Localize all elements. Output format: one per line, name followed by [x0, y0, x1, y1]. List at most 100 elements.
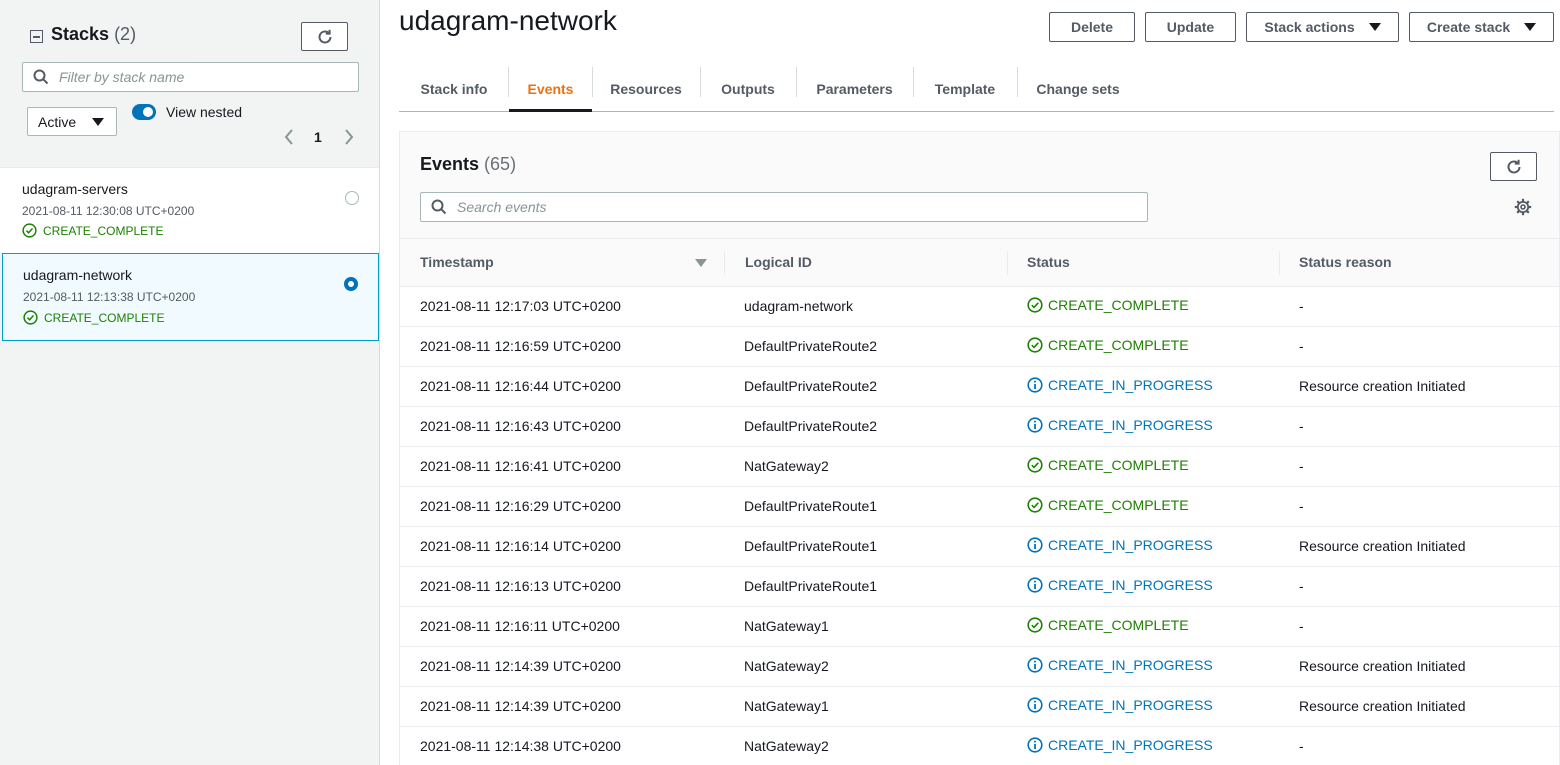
stacks-panel: Stacks (2) Active View nested 1 udagram-… [0, 0, 380, 765]
event-status-text: CREATE_IN_PROGRESS [1048, 417, 1213, 433]
status-filter-select[interactable]: Active [27, 107, 117, 136]
tab-stack-info[interactable]: Stack info [399, 67, 509, 111]
info-circle-icon [1027, 697, 1043, 713]
events-table-header: Timestamp Logical ID Status Status reaso… [400, 239, 1559, 287]
tab-resources[interactable]: Resources [592, 67, 700, 111]
event-timestamp: 2021-08-11 12:16:41 UTC+0200 [420, 458, 621, 474]
event-timestamp: 2021-08-11 12:14:39 UTC+0200 [420, 658, 621, 674]
event-status-text: CREATE_COMPLETE [1048, 497, 1189, 513]
refresh-icon [318, 29, 331, 43]
events-search-input[interactable] [457, 199, 1075, 215]
tab-change-sets[interactable]: Change sets [1017, 67, 1139, 111]
event-row: 2021-08-11 12:14:39 UTC+0200 NatGateway1 C… [400, 687, 1559, 727]
update-button[interactable]: Update [1145, 12, 1236, 42]
stack-actions-label: Stack actions [1264, 19, 1355, 35]
info-circle-icon [1027, 537, 1043, 553]
event-status-reason: - [1299, 618, 1304, 634]
event-logical-id: NatGateway1 [744, 698, 829, 714]
stack-status-text: CREATE_COMPLETE [44, 310, 165, 325]
event-status-text: CREATE_COMPLETE [1048, 297, 1189, 313]
column-divider[interactable] [1007, 251, 1008, 275]
column-header-status[interactable]: Status [1027, 254, 1070, 270]
event-timestamp: 2021-08-11 12:14:39 UTC+0200 [420, 698, 621, 714]
events-heading: Events (65) [420, 154, 516, 175]
delete-button[interactable]: Delete [1049, 12, 1135, 42]
event-logical-id: DefaultPrivateRoute2 [744, 418, 878, 434]
tab-outputs[interactable]: Outputs [700, 67, 796, 111]
event-timestamp: 2021-08-11 12:16:11 UTC+0200 [420, 618, 620, 634]
event-timestamp: 2021-08-11 12:17:03 UTC+0200 [420, 298, 621, 314]
search-icon [431, 199, 447, 215]
stack-radio-selected[interactable] [344, 277, 358, 291]
stack-date: 2021-08-11 12:13:38 UTC+0200 [23, 290, 196, 304]
event-logical-id: DefaultPrivateRoute1 [744, 498, 878, 514]
tab-parameters[interactable]: Parameters [796, 67, 913, 111]
event-status-reason: - [1299, 498, 1304, 514]
column-header-timestamp[interactable]: Timestamp [420, 254, 494, 270]
tab-template[interactable]: Template [913, 67, 1017, 111]
stack-name[interactable]: udagram-servers [22, 181, 128, 197]
event-logical-id: NatGateway1 [744, 618, 829, 634]
tab-events[interactable]: Events [509, 67, 592, 112]
column-header-status-reason[interactable]: Status reason [1299, 254, 1392, 270]
event-row: 2021-08-11 12:17:03 UTC+0200 udagram-netw… [400, 287, 1559, 327]
check-circle-icon [1027, 337, 1043, 353]
event-status: CREATE_COMPLETE [1027, 617, 1189, 633]
events-header: Events (65) [400, 132, 1559, 239]
gear-icon[interactable] [1514, 198, 1532, 216]
event-status-reason: Resource creation Initiated [1299, 658, 1466, 674]
event-timestamp: 2021-08-11 12:16:29 UTC+0200 [420, 498, 621, 514]
sort-down-icon[interactable] [695, 259, 707, 267]
chevron-left-icon[interactable] [283, 128, 295, 146]
event-timestamp: 2021-08-11 12:16:43 UTC+0200 [420, 418, 621, 434]
stack-actions-button[interactable]: Stack actions [1246, 12, 1399, 42]
page-number[interactable]: 1 [314, 129, 322, 145]
chevron-right-icon[interactable] [343, 128, 355, 146]
info-circle-icon [1027, 577, 1043, 593]
event-status: CREATE_IN_PROGRESS [1027, 577, 1213, 593]
column-divider[interactable] [724, 251, 725, 275]
minus-square-icon[interactable] [30, 30, 43, 43]
info-circle-icon [1027, 657, 1043, 673]
stack-status: CREATE_COMPLETE [23, 310, 164, 325]
stack-filter-input[interactable] [59, 69, 344, 85]
search-icon [33, 69, 49, 85]
stacks-refresh-button[interactable] [301, 22, 348, 51]
status-filter-value: Active [38, 113, 77, 130]
info-circle-icon [1027, 417, 1043, 433]
stack-list-item[interactable]: udagram-servers 2021-08-11 12:30:08 UTC+… [0, 168, 379, 254]
event-status: CREATE_IN_PROGRESS [1027, 737, 1213, 753]
event-row: 2021-08-11 12:14:38 UTC+0200 NatGateway2 C… [400, 727, 1559, 765]
event-status-reason: - [1299, 338, 1304, 354]
event-row: 2021-08-11 12:14:39 UTC+0200 NatGateway2 C… [400, 647, 1559, 687]
event-timestamp: 2021-08-11 12:16:59 UTC+0200 [420, 338, 621, 354]
stacks-panel-header: Stacks (2) Active View nested 1 [0, 0, 379, 168]
event-timestamp: 2021-08-11 12:14:38 UTC+0200 [420, 738, 621, 754]
events-refresh-button[interactable] [1490, 152, 1537, 181]
create-stack-label: Create stack [1426, 19, 1511, 35]
stack-list-item-selected[interactable]: udagram-network 2021-08-11 12:13:38 UTC+… [2, 253, 379, 341]
stack-status-text: CREATE_COMPLETE [43, 223, 164, 238]
event-row: 2021-08-11 12:16:29 UTC+0200 DefaultPriva… [400, 487, 1559, 527]
event-status-text: CREATE_IN_PROGRESS [1048, 657, 1213, 673]
event-status-reason: - [1299, 418, 1304, 434]
delete-button-label: Delete [1070, 19, 1114, 35]
view-nested-toggle[interactable] [132, 104, 156, 120]
event-status-text: CREATE_IN_PROGRESS [1048, 697, 1213, 713]
stacks-title: Stacks [51, 24, 110, 44]
column-header-logical-id[interactable]: Logical ID [745, 254, 812, 270]
check-circle-icon [1027, 457, 1043, 473]
event-status-reason: Resource creation Initiated [1299, 698, 1466, 714]
stack-filter-field[interactable] [22, 62, 359, 92]
column-divider[interactable] [1279, 251, 1280, 275]
event-status-reason: - [1299, 738, 1304, 754]
events-panel: Events (65) Timestamp Logical ID Status [399, 131, 1560, 765]
create-stack-button[interactable]: Create stack [1409, 12, 1554, 42]
stack-radio[interactable] [345, 191, 359, 205]
event-row: 2021-08-11 12:16:11 UTC+0200 NatGateway1 C… [400, 607, 1559, 647]
stack-detail-tabs: Stack info Events Resources Outputs Para… [399, 67, 1554, 112]
stack-name[interactable]: udagram-network [23, 267, 132, 283]
caret-down-icon [92, 118, 104, 126]
event-status-reason: - [1299, 458, 1304, 474]
events-search-field[interactable] [420, 192, 1148, 222]
